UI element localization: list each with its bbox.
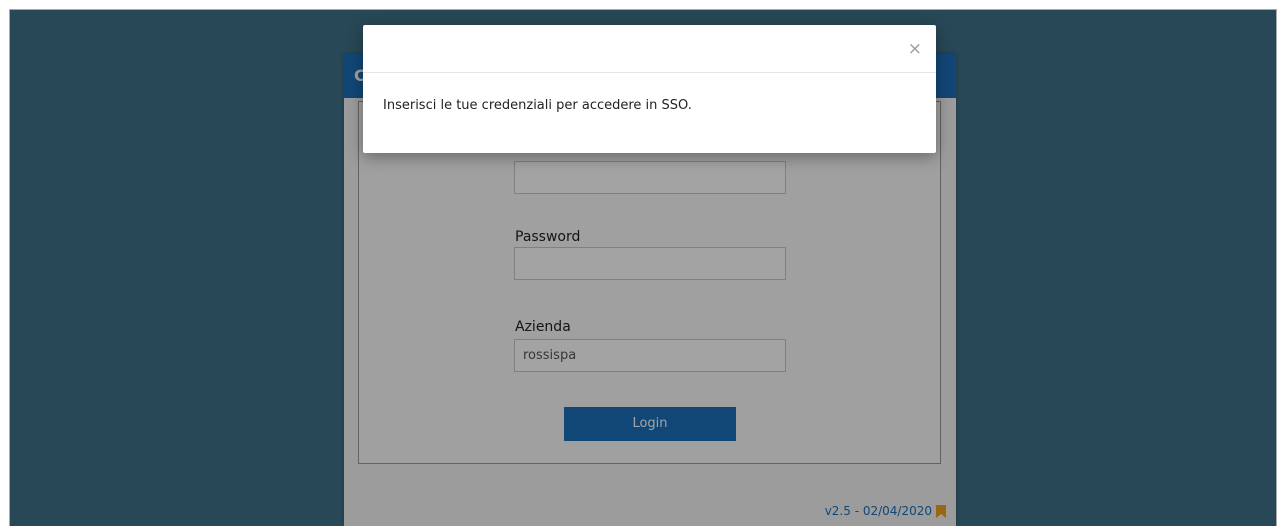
sso-modal: × Inserisci le tue credenziali per acced… <box>363 25 936 153</box>
modal-message: Inserisci le tue credenziali per acceder… <box>383 98 692 113</box>
close-icon[interactable]: × <box>908 41 922 58</box>
app-frame: C Password Azienda Login v2.5 - 02/04/20… <box>9 9 1277 526</box>
modal-header: × <box>363 25 936 73</box>
